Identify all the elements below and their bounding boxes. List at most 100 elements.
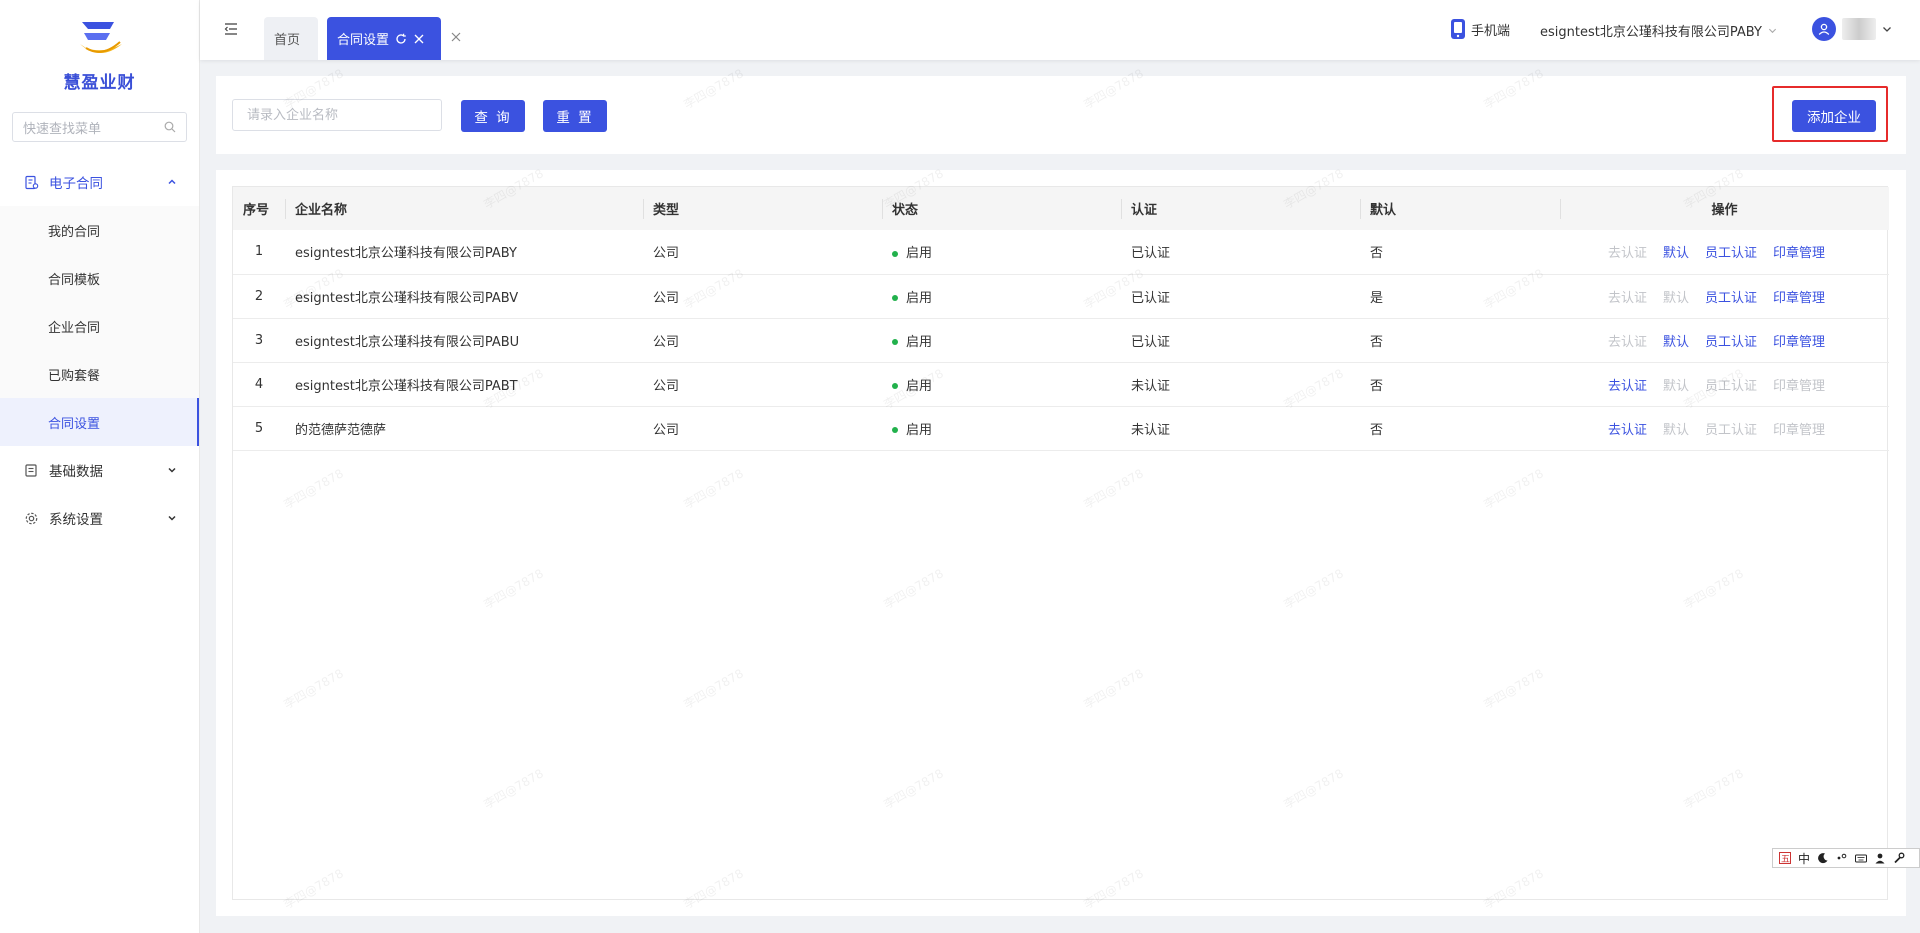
chevron-down-icon	[168, 515, 176, 521]
company-name: esigntest北京公瑾科技有限公司PABV	[295, 290, 519, 306]
go-certify-link: 去认证	[1608, 290, 1648, 306]
row-index: 3	[254, 332, 264, 348]
status-cell: 启用	[882, 406, 1121, 450]
company-type: 公司	[653, 290, 680, 306]
employee-certify-link[interactable]: 员工认证	[1705, 242, 1757, 261]
sidebar-item-purchased-packages[interactable]: 已购套餐	[0, 350, 199, 398]
employee-certify-link: 员工认证	[1705, 378, 1758, 394]
chevron-down-icon	[1768, 28, 1776, 34]
employee-certify-link[interactable]: 员工认证	[1705, 287, 1757, 306]
company-name-input[interactable]	[232, 99, 442, 131]
search-panel: 查 询 重 置 添加企业	[216, 76, 1906, 154]
cert-status: 已认证	[1131, 334, 1171, 350]
default-flag: 否	[1370, 334, 1384, 350]
moon-icon	[1818, 853, 1828, 864]
actions-cell: 去认证 默认 员工认证 印章管理	[1560, 318, 1889, 362]
cert-status: 已认证	[1131, 290, 1171, 306]
row-index: 1	[254, 244, 264, 260]
sidebar-group-label: 基础数据	[49, 464, 103, 480]
sidebar-group-contract[interactable]: 电子合同	[0, 158, 199, 206]
seal-management-link[interactable]: 印章管理	[1773, 287, 1825, 306]
column-header: 默认	[1360, 187, 1560, 230]
user-name-redacted	[1842, 18, 1876, 40]
mobile-phone-icon	[1451, 19, 1465, 39]
actions-cell: 去认证 默认 员工认证 印章管理	[1560, 362, 1889, 406]
gear-icon	[25, 512, 38, 524]
status-cell: 启用	[882, 230, 1121, 274]
menu-search-placeholder: 快速查找菜单	[23, 121, 102, 137]
tab-home[interactable]: 首页	[264, 17, 318, 60]
tab-contract-settings[interactable]: 合同设置	[327, 17, 441, 60]
add-company-button[interactable]: 添加企业	[1792, 100, 1876, 132]
menu-fold-icon[interactable]	[224, 22, 238, 36]
company-selector[interactable]: esigntest北京公瑾科技有限公司PABY	[1540, 21, 1777, 40]
close-icon[interactable]	[413, 33, 425, 45]
go-certify-link[interactable]: 去认证	[1608, 375, 1647, 394]
sidebar-menu: 电子合同 我的合同 合同模板 企业合同 已购套餐 合同设置 基础数据 系统设置	[0, 158, 199, 542]
search-icon	[164, 121, 176, 133]
actions-cell: 去认证 默认 员工认证 印章管理	[1560, 406, 1889, 450]
table-panel: 序号 企业名称 类型 状态 认证 默认 操作 1 esigntest北京公瑾科技…	[216, 170, 1906, 916]
database-icon	[25, 463, 37, 477]
cert-status: 已认证	[1131, 246, 1171, 262]
sidebar-item-contract-templates[interactable]: 合同模板	[0, 254, 199, 302]
ime-logo-icon: 五	[1779, 852, 1791, 864]
mobile-label: 手机端	[1471, 23, 1511, 39]
cert-status: 未认证	[1131, 422, 1171, 438]
seal-management-link[interactable]: 印章管理	[1773, 242, 1825, 261]
status-dot	[892, 295, 898, 301]
user-icon	[1818, 23, 1830, 35]
status-cell: 启用	[882, 362, 1121, 406]
logo-icon	[74, 18, 126, 64]
default-flag: 否	[1370, 246, 1384, 262]
query-button[interactable]: 查 询	[461, 100, 525, 132]
go-certify-link[interactable]: 去认证	[1608, 419, 1647, 438]
employee-certify-link[interactable]: 员工认证	[1705, 331, 1757, 350]
sidebar-item-contract-settings[interactable]: 合同设置	[0, 398, 199, 446]
actions-cell: 去认证 默认 员工认证 印章管理	[1560, 230, 1889, 274]
user-menu[interactable]	[1812, 17, 1892, 41]
column-header: 企业名称	[285, 187, 643, 230]
table-row: 3 esigntest北京公瑾科技有限公司PABU 公司 启用 已认证 否 去认…	[233, 318, 1889, 362]
employee-certify-link: 员工认证	[1705, 422, 1758, 438]
reset-button[interactable]: 重 置	[543, 100, 607, 132]
column-header: 类型	[643, 187, 882, 230]
row-index: 4	[254, 376, 264, 392]
column-header: 认证	[1121, 187, 1360, 230]
sidebar-submenu-contract: 我的合同 合同模板 企业合同 已购套餐 合同设置	[0, 206, 199, 446]
company-table: 序号 企业名称 类型 状态 认证 默认 操作 1 esigntest北京公瑾科技…	[232, 186, 1889, 900]
column-header: 操作	[1560, 187, 1889, 230]
table-row: 2 esigntest北京公瑾科技有限公司PABV 公司 启用 已认证 是 去认…	[233, 274, 1889, 318]
sidebar-item-company-contracts[interactable]: 企业合同	[0, 302, 199, 350]
table-row: 1 esigntest北京公瑾科技有限公司PABY 公司 启用 已认证 否 去认…	[233, 230, 1889, 274]
ime-mode: 中	[1798, 851, 1811, 866]
chevron-up-icon	[168, 179, 176, 185]
close-all-tabs-icon[interactable]	[451, 32, 461, 42]
punctuation-icon	[1837, 853, 1847, 860]
mobile-link[interactable]: 手机端	[1449, 18, 1510, 40]
avatar	[1812, 17, 1836, 41]
sidebar-group-system-settings[interactable]: 系统设置	[0, 494, 199, 542]
status-text: 启用	[906, 422, 933, 438]
ime-toolbar[interactable]: 五 中	[1772, 848, 1920, 868]
current-company: esigntest北京公瑾科技有限公司PABY	[1540, 25, 1762, 40]
company-type: 公司	[653, 246, 680, 262]
menu-search-input[interactable]: 快速查找菜单	[12, 112, 187, 142]
refresh-icon[interactable]	[395, 33, 407, 45]
sidebar-group-label: 电子合同	[49, 176, 103, 192]
contract-icon	[25, 175, 39, 189]
set-default-link[interactable]: 默认	[1663, 242, 1689, 261]
sidebar-group-label: 系统设置	[49, 512, 103, 528]
row-index: 5	[254, 420, 264, 436]
table-row: 5 的范德萨范德萨 公司 启用 未认证 否 去认证 默认 员工认证 印章管理	[233, 406, 1889, 450]
sidebar-group-basic-data[interactable]: 基础数据	[0, 446, 199, 494]
seal-management-link[interactable]: 印章管理	[1773, 331, 1825, 350]
keyboard-icon	[1855, 854, 1868, 863]
set-default-link: 默认	[1663, 290, 1690, 306]
set-default-link[interactable]: 默认	[1663, 331, 1689, 350]
status-text: 启用	[906, 334, 933, 350]
cert-status: 未认证	[1131, 378, 1171, 394]
app-name: 慧盈业财	[63, 73, 136, 93]
sidebar-item-my-contracts[interactable]: 我的合同	[0, 206, 199, 254]
company-name: esigntest北京公瑾科技有限公司PABT	[295, 378, 518, 394]
